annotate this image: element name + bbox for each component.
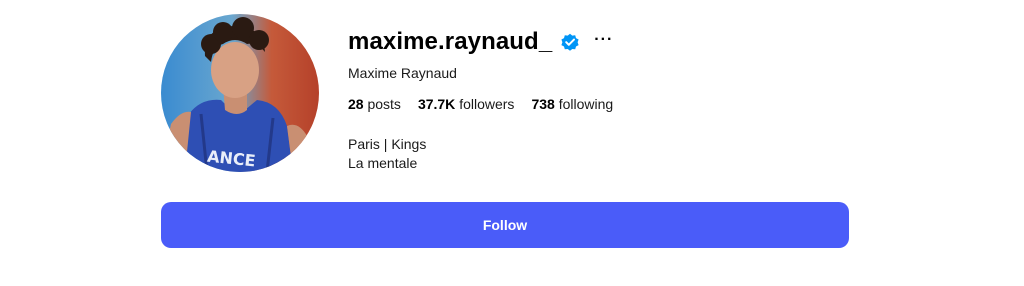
- profile-bio: Paris | Kings La mentale: [348, 135, 868, 173]
- verified-badge-icon: [560, 32, 580, 52]
- follow-button[interactable]: Follow: [161, 202, 849, 248]
- bio-line: La mentale: [348, 155, 418, 171]
- profile-header: ANCE maxime.raynaud_ ··· Maxime Raynaud …: [0, 0, 1024, 286]
- username: maxime.raynaud_: [348, 28, 553, 55]
- posts-stat[interactable]: 28 posts: [348, 95, 401, 113]
- followers-stat[interactable]: 37.7K followers: [418, 95, 515, 113]
- profile-info: maxime.raynaud_ ··· Maxime Raynaud 28 po…: [348, 26, 868, 173]
- following-stat[interactable]: 738 following: [531, 95, 613, 113]
- full-name: Maxime Raynaud: [348, 65, 457, 81]
- profile-stats: 28 posts 37.7K followers 738 following: [348, 95, 868, 113]
- followers-count: 37.7K: [417, 96, 456, 112]
- following-label: following: [558, 96, 614, 112]
- followers-label: followers: [459, 96, 515, 112]
- profile-avatar[interactable]: ANCE: [161, 14, 319, 172]
- posts-count: 28: [348, 96, 364, 112]
- bio-line: Paris | Kings: [348, 136, 427, 152]
- following-count: 738: [531, 96, 555, 112]
- posts-label: posts: [367, 96, 401, 112]
- more-options-icon[interactable]: ···: [594, 32, 613, 48]
- username-row: maxime.raynaud_ ···: [348, 26, 868, 58]
